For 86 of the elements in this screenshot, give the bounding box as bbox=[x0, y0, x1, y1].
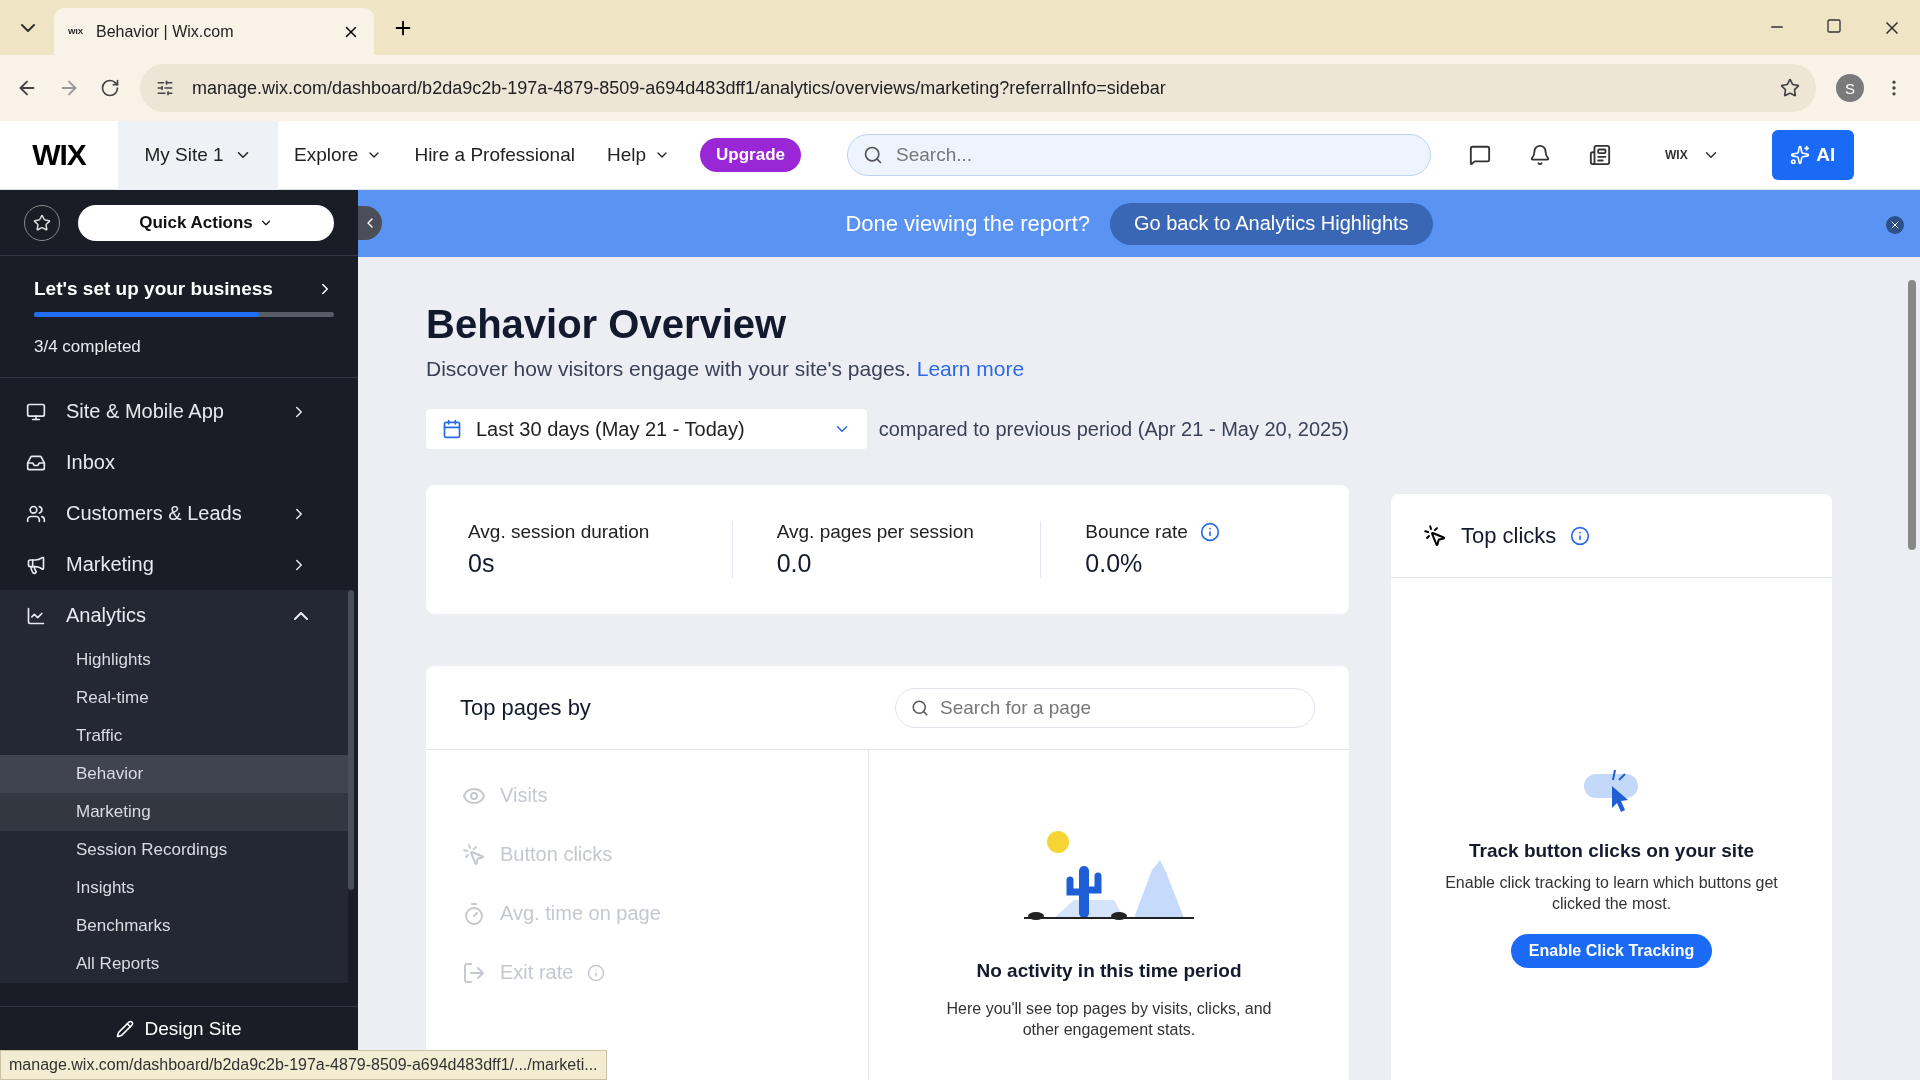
url-tooltip: manage.wix.com/dashboard/b2da9c2b-197a-4879-8509-a694d483dff1/.../marketi... bbox=[0, 1050, 607, 1080]
sidebar-item[interactable]: Customers & Leads bbox=[0, 488, 348, 539]
empty-text: Here you'll see top pages by visits, clicks, and other engagement stats. bbox=[945, 999, 1273, 1040]
exit-icon bbox=[462, 960, 486, 985]
sidebar-subitem[interactable]: Highlights bbox=[0, 641, 348, 679]
url-text: manage.wix.com/dashboard/b2da9c2b-197a-4879-8509-a694d483dff1/analytics/overviews/marketing?referralInfo=sidebar bbox=[192, 77, 1167, 99]
sparkle-icon bbox=[1790, 145, 1811, 165]
empty-title: Track button clicks on your site bbox=[1468, 840, 1755, 862]
sidebar-subitem[interactable]: Benchmarks bbox=[0, 907, 348, 945]
favicon: WIX bbox=[68, 27, 85, 36]
chat-icon[interactable] bbox=[1469, 144, 1491, 166]
empty-title: No activity in this time period bbox=[976, 960, 1242, 982]
info-icon bbox=[587, 963, 606, 982]
highlights-button[interactable]: Go back to Analytics Highlights bbox=[1110, 202, 1433, 245]
page-search-field[interactable]: Search for a page bbox=[895, 687, 1315, 728]
search-icon bbox=[863, 145, 883, 165]
scrollbar[interactable] bbox=[348, 590, 354, 890]
pencil-icon bbox=[116, 1019, 135, 1038]
ai-button[interactable]: AI bbox=[1771, 130, 1854, 180]
card-title: Top pages by bbox=[460, 694, 591, 721]
stat-label: Bounce rate bbox=[1085, 521, 1349, 543]
star-icon bbox=[33, 213, 51, 232]
page-title: Behavior Overview bbox=[426, 302, 788, 347]
restore-icon[interactable] bbox=[1826, 17, 1842, 34]
tab-title: Behavior | Wix.com bbox=[96, 22, 235, 41]
nav-item[interactable]: Explore bbox=[278, 144, 399, 166]
bell-icon[interactable] bbox=[1529, 144, 1551, 166]
account-menu[interactable]: WIX bbox=[1659, 145, 1726, 165]
chevron-icon bbox=[294, 611, 308, 620]
close-icon bbox=[1889, 219, 1901, 231]
sidebar-subitem[interactable]: Insights bbox=[0, 869, 348, 907]
stat-value: 0.0 bbox=[776, 549, 813, 578]
sidebar-subitem[interactable]: Traffic bbox=[0, 717, 348, 755]
search-field[interactable]: Search... bbox=[847, 134, 1431, 176]
banner-text: Done viewing the report? bbox=[845, 210, 1090, 237]
profile-avatar[interactable]: S bbox=[1836, 74, 1864, 102]
calendar-icon bbox=[442, 419, 462, 439]
caret-icon bbox=[21, 23, 35, 32]
learn-more-link[interactable]: Learn more bbox=[916, 357, 1025, 380]
address-bar[interactable]: manage.wix.com/dashboard/b2da9c2b-197a-4879-8509-a694d483dff1/analytics/overviews/marketing?referralInfo=sidebar bbox=[140, 64, 1816, 112]
logo: WIX bbox=[31, 138, 88, 172]
stat-label: Avg. session duration bbox=[468, 521, 651, 543]
click-icon bbox=[1423, 523, 1447, 548]
people-icon bbox=[26, 503, 46, 524]
page-subtitle: Discover how visitors engage with your site's pages. Learn more bbox=[426, 357, 1026, 381]
click-toggle-drawing bbox=[1583, 768, 1640, 814]
sidebar-item[interactable]: Marketing bbox=[0, 539, 348, 590]
sidebar-subitem[interactable]: Behavior bbox=[0, 755, 348, 793]
empty-text: Enable click tracking to learn which buttons get clicked the most. bbox=[1444, 873, 1779, 914]
info-icon[interactable] bbox=[1199, 522, 1220, 542]
sidebar-item[interactable]: Analytics bbox=[0, 590, 348, 641]
sidebar-subitem[interactable]: Session Recordings bbox=[0, 831, 348, 869]
stat-value: 0.0% bbox=[1085, 549, 1144, 578]
card-title: Top clicks bbox=[1461, 522, 1557, 549]
sidebar-subitem[interactable]: Real-time bbox=[0, 679, 348, 717]
timer-icon bbox=[462, 901, 486, 926]
nav-item[interactable]: Help bbox=[590, 144, 687, 166]
upgrade-button[interactable]: Upgrade bbox=[700, 138, 801, 172]
date-range-picker[interactable]: Last 30 days (May 21 - Today) bbox=[426, 409, 867, 449]
newspaper-icon[interactable] bbox=[1589, 144, 1611, 166]
site-settings-icon[interactable] bbox=[156, 79, 174, 97]
sidebar-subitem[interactable]: All Reports bbox=[0, 945, 348, 983]
collapse-button[interactable] bbox=[358, 206, 382, 240]
close-button[interactable] bbox=[1886, 216, 1904, 234]
sidebar-item[interactable]: Inbox bbox=[0, 437, 348, 488]
scrollbar[interactable] bbox=[1908, 280, 1916, 550]
sidebar-subitem[interactable]: Marketing bbox=[0, 793, 348, 831]
megaphone-icon bbox=[26, 554, 46, 575]
stat-label: Avg. pages per session bbox=[776, 521, 975, 543]
setup-link[interactable]: Let's set up your business bbox=[34, 278, 334, 300]
line-chart-icon bbox=[26, 605, 46, 626]
info-icon[interactable] bbox=[1570, 525, 1591, 546]
browser-tab[interactable]: WIX Behavior | Wix.com bbox=[54, 8, 374, 55]
search-icon bbox=[911, 698, 929, 717]
reload-icon[interactable] bbox=[100, 78, 120, 98]
bookmark-icon[interactable] bbox=[1780, 78, 1800, 98]
click-icon bbox=[462, 842, 486, 867]
quick-actions-button[interactable]: Quick Actions bbox=[78, 204, 334, 241]
stat-value: 0s bbox=[468, 549, 496, 578]
monitor-icon bbox=[26, 401, 46, 422]
sidebar-item[interactable]: Site & Mobile App bbox=[0, 386, 348, 437]
site-selector[interactable]: My Site 1 bbox=[118, 120, 278, 190]
progress-text: 3/4 completed bbox=[34, 337, 142, 357]
enable-tracking-button[interactable]: Enable Click Tracking bbox=[1510, 934, 1713, 968]
comparison-text: compared to previous period (Apr 21 - May 20, 2025) bbox=[878, 417, 1349, 441]
nav-item[interactable]: Hire a Professional bbox=[398, 144, 591, 166]
